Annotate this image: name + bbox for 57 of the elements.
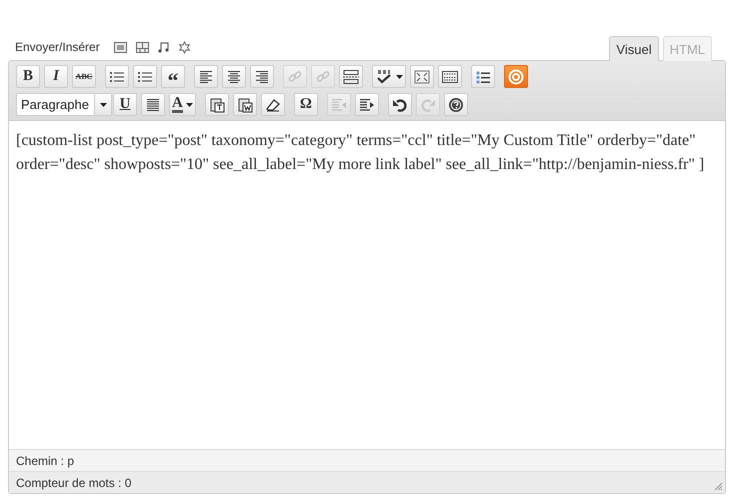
align-center-button[interactable] — [222, 65, 246, 88]
italic-button[interactable]: I — [44, 65, 68, 88]
align-right-icon — [253, 68, 271, 84]
star-icon[interactable] — [178, 40, 191, 54]
bold-button[interactable]: B — [16, 65, 40, 88]
help-button[interactable] — [444, 93, 468, 116]
eraser-button[interactable] — [260, 93, 285, 116]
film-icon[interactable] — [136, 42, 149, 52]
fullscreen-button[interactable] — [410, 65, 434, 88]
underline-button[interactable]: U — [113, 93, 137, 116]
paste-word-button[interactable] — [232, 93, 257, 116]
paste-text-icon — [208, 96, 226, 112]
undo-icon — [390, 96, 409, 112]
paste-word-icon — [236, 96, 254, 112]
bullets-button[interactable] — [105, 65, 129, 88]
fullscreen-icon — [413, 68, 431, 84]
indent-button[interactable] — [354, 93, 379, 116]
word-count: Compteur de mots : 0 — [16, 476, 132, 490]
redo-icon — [418, 96, 437, 112]
indent-icon — [358, 96, 376, 112]
justify-icon — [144, 96, 162, 112]
align-left-icon — [197, 68, 215, 84]
upload-insert-label: Envoyer/Insérer — [15, 40, 100, 54]
caret-icon — [396, 74, 403, 78]
frame-icon[interactable] — [114, 42, 127, 52]
help-icon — [446, 96, 465, 112]
caret-icon — [100, 102, 106, 106]
charmap-button[interactable]: Ω — [294, 93, 318, 116]
quote-button[interactable]: “ — [161, 65, 185, 88]
kitchen-button[interactable] — [438, 65, 462, 88]
resize-grip-icon[interactable] — [713, 481, 723, 491]
target-button[interactable] — [504, 65, 528, 88]
more-button[interactable] — [339, 65, 363, 88]
list-button[interactable] — [471, 65, 495, 88]
text-color-button[interactable]: A — [169, 93, 196, 116]
target-icon — [507, 68, 525, 84]
align-right-button[interactable] — [250, 65, 274, 88]
path-label: Chemin : p — [16, 454, 74, 468]
spellcheck-button[interactable] — [372, 65, 406, 88]
justify-button[interactable] — [141, 93, 165, 116]
caret-icon — [186, 102, 193, 106]
align-center-icon — [225, 68, 243, 84]
spellcheck-icon — [375, 68, 393, 84]
paste-text-button[interactable] — [204, 93, 229, 116]
format-select[interactable]: Paragraphe — [16, 93, 112, 116]
more-icon — [342, 68, 360, 84]
list-icon — [474, 68, 492, 84]
link-icon — [286, 68, 304, 84]
unlink-icon — [314, 68, 332, 84]
align-left-button[interactable] — [194, 65, 218, 88]
outdent-icon — [330, 96, 348, 112]
undo-button[interactable] — [388, 93, 412, 116]
kitchen-icon — [441, 68, 459, 84]
editor-tab[interactable]: Visuel — [609, 36, 659, 61]
eraser-icon — [264, 96, 282, 112]
music-note-icon[interactable] — [158, 41, 169, 53]
strike-button[interactable]: ABC — [72, 65, 96, 88]
